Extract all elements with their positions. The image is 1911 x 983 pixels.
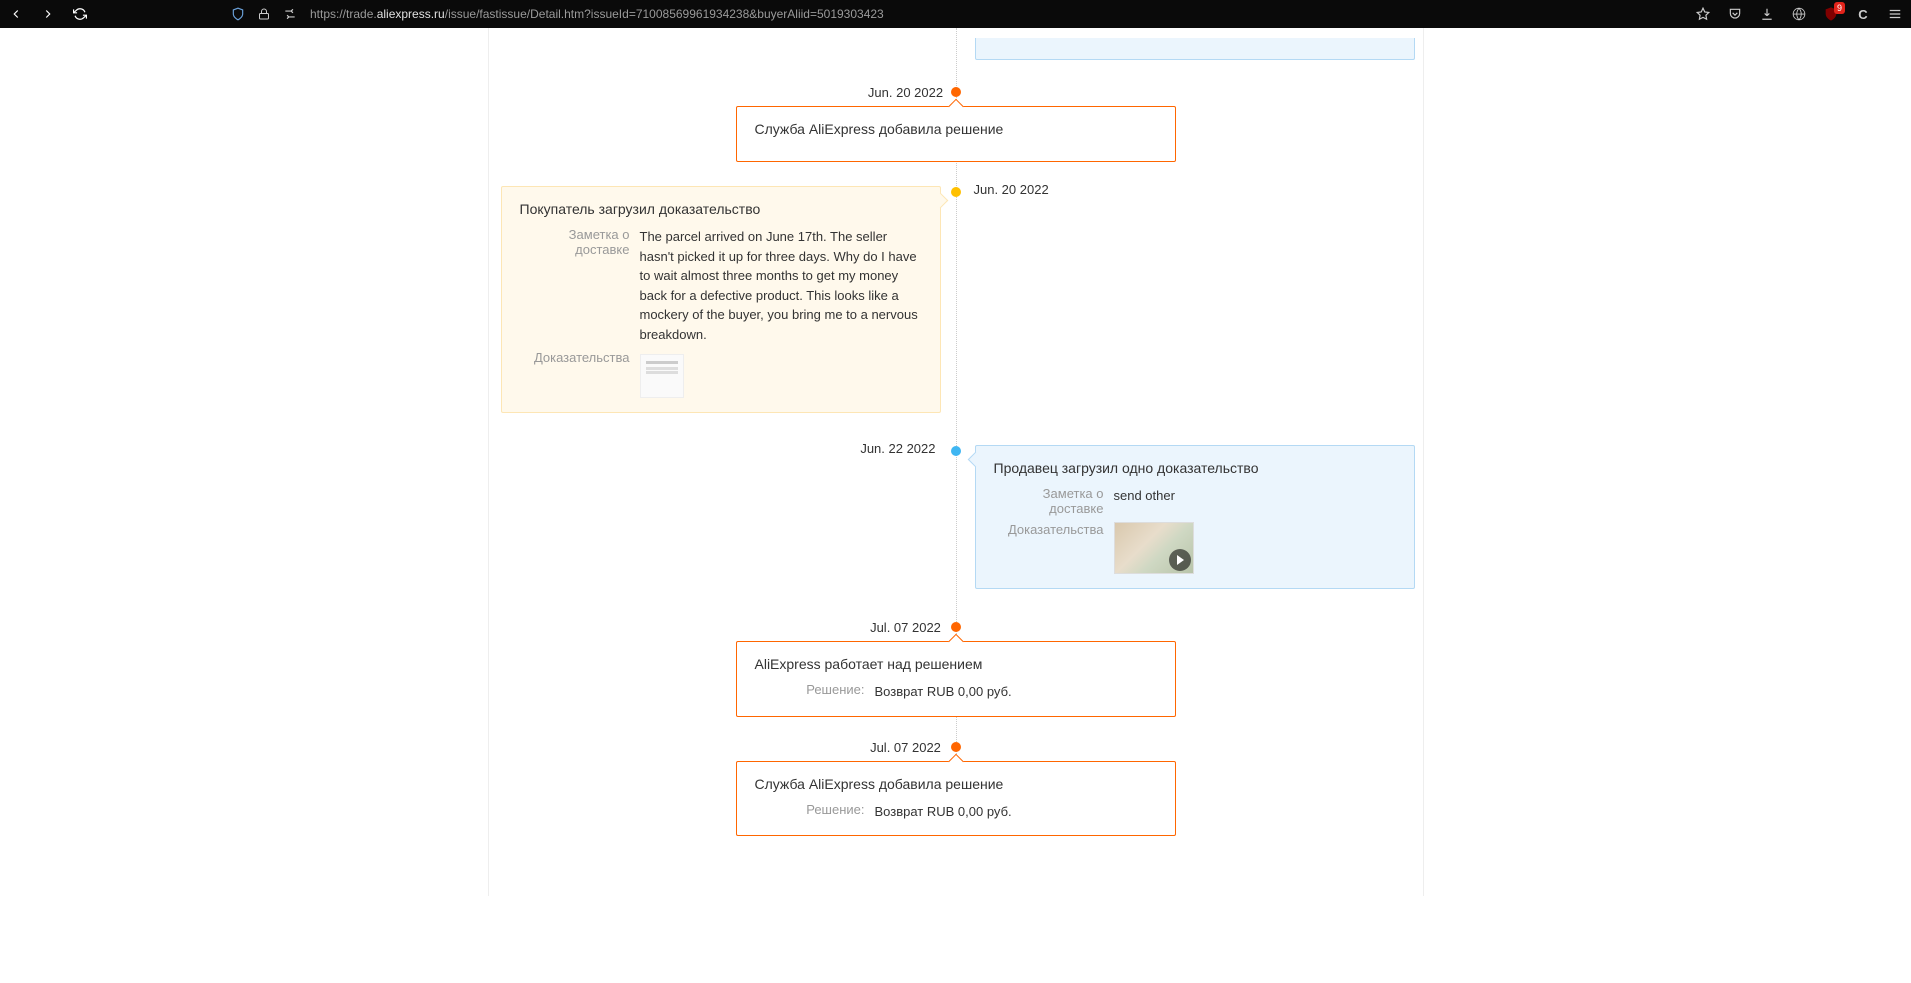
date-label: Jun. 22 2022 — [860, 441, 935, 456]
date-label: Jul. 07 2022 — [870, 620, 941, 635]
menu-icon[interactable] — [1887, 6, 1903, 22]
card-title: AliExpress работает над решением — [755, 656, 1157, 672]
delivery-note-text: The parcel arrived on June 17th. The sel… — [640, 227, 922, 344]
timeline-card-seller: Продавец загрузил одно доказательство За… — [975, 445, 1415, 589]
timeline-dot-icon — [951, 622, 961, 632]
evidence-video-thumbnail[interactable] — [1114, 522, 1194, 574]
permissions-icon[interactable] — [282, 6, 298, 22]
timeline-dot-icon — [951, 446, 961, 456]
field-label: Заметка о доставке — [994, 486, 1114, 516]
pocket-icon[interactable] — [1727, 6, 1743, 22]
field-label: Заметка о доставке — [520, 227, 640, 344]
browser-toolbar: https://trade.aliexpress.ru/issue/fastis… — [0, 0, 1911, 28]
url-bar[interactable]: https://trade.aliexpress.ru/issue/fastis… — [310, 7, 884, 21]
play-icon — [1169, 549, 1191, 571]
timeline-card-buyer: Покупатель загрузил доказательство Замет… — [501, 186, 941, 413]
page-viewport: Jun. 20 2022 Служба AliExpress добавила … — [0, 28, 1911, 983]
date-label: Jun. 20 2022 — [974, 182, 1049, 197]
extension-c-icon[interactable]: C — [1855, 6, 1871, 22]
timeline-dot-icon — [951, 187, 961, 197]
url-domain: aliexpress.ru — [377, 7, 445, 21]
reload-button[interactable] — [72, 6, 88, 22]
extension-ublock-icon[interactable]: 9 — [1823, 6, 1839, 22]
timeline-card-aliexpress: Служба AliExpress добавила решение Решен… — [736, 761, 1176, 837]
forward-button[interactable] — [40, 6, 56, 22]
timeline-date: Jul. 07 2022 — [489, 739, 1423, 755]
field-label: Решение: — [755, 802, 875, 822]
shield-icon[interactable] — [230, 6, 246, 22]
card-title: Продавец загрузил одно доказательство — [994, 460, 1396, 476]
field-label: Доказательства — [994, 522, 1114, 574]
timeline-card-aliexpress: Служба AliExpress добавила решение — [736, 106, 1176, 162]
dispute-timeline-container: Jun. 20 2022 Служба AliExpress добавила … — [488, 28, 1424, 896]
timeline-dot-icon — [951, 742, 961, 752]
url-prefix: https://trade. — [310, 7, 377, 21]
card-title: Служба AliExpress добавила решение — [755, 121, 1157, 137]
evidence-thumbnail[interactable] — [640, 354, 684, 398]
extension-globe-icon[interactable] — [1791, 6, 1807, 22]
field-label: Решение: — [755, 682, 875, 702]
download-icon[interactable] — [1759, 6, 1775, 22]
field-label: Доказательства — [520, 350, 640, 398]
url-path: /issue/fastissue/Detail.htm?issueId=7100… — [445, 7, 884, 21]
bookmark-icon[interactable] — [1695, 6, 1711, 22]
card-title: Покупатель загрузил доказательство — [520, 201, 922, 217]
date-label: Jul. 07 2022 — [870, 740, 941, 755]
decision-value: Возврат RUB 0,00 руб. — [875, 682, 1012, 702]
timeline: Jun. 20 2022 Служба AliExpress добавила … — [489, 28, 1423, 836]
decision-value: Возврат RUB 0,00 руб. — [875, 802, 1012, 822]
timeline-card-aliexpress: AliExpress работает над решением Решение… — [736, 641, 1176, 717]
lock-icon[interactable] — [256, 6, 272, 22]
delivery-note-text: send other — [1114, 486, 1175, 516]
timeline-card-partial — [975, 38, 1415, 60]
extension-badge: 9 — [1834, 2, 1845, 14]
timeline-dot-icon — [951, 87, 961, 97]
card-title: Служба AliExpress добавила решение — [755, 776, 1157, 792]
date-label: Jun. 20 2022 — [868, 85, 943, 100]
back-button[interactable] — [8, 6, 24, 22]
